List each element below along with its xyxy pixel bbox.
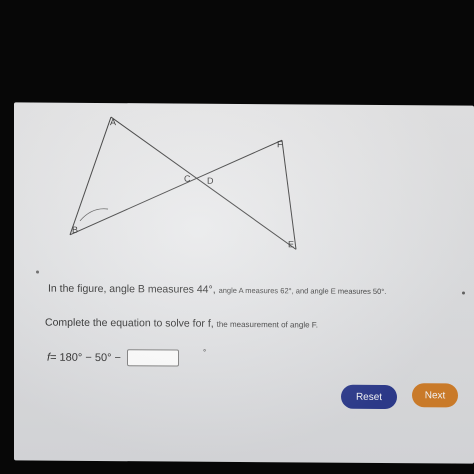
label-a: A bbox=[110, 117, 116, 127]
label-e: E bbox=[288, 239, 294, 249]
next-button[interactable]: Next bbox=[412, 383, 458, 408]
decorative-dot bbox=[36, 270, 39, 274]
segment-f-e bbox=[281, 140, 297, 250]
label-f: F bbox=[277, 139, 283, 149]
degree-symbol: ° bbox=[203, 347, 207, 357]
label-c: C bbox=[184, 174, 191, 184]
instruction-main: Complete the equation to solve for f, bbox=[45, 316, 214, 330]
screen-panel: A B C D E F In the figure, angle B measu… bbox=[14, 102, 474, 464]
reset-button[interactable]: Reset bbox=[341, 384, 397, 410]
problem-statement-small: angle A measures 62°, and angle E measur… bbox=[218, 285, 387, 296]
segment-a-e bbox=[110, 116, 297, 250]
problem-statement-main: In the figure, angle B measures 44°, bbox=[48, 282, 216, 296]
segment-b-f bbox=[69, 139, 283, 236]
equation-row: f = 180° − 50° − bbox=[47, 349, 179, 367]
segment-a-b bbox=[69, 116, 112, 235]
equation-text: = 180° − 50° − bbox=[50, 351, 121, 364]
problem-statement: In the figure, angle B measures 44°, ang… bbox=[48, 283, 468, 298]
instruction-text: Complete the equation to solve for f, th… bbox=[45, 317, 318, 331]
triangle-figure: A B C D E F bbox=[69, 116, 297, 250]
answer-input[interactable] bbox=[126, 349, 179, 367]
label-b: B bbox=[72, 225, 78, 235]
label-d: D bbox=[207, 176, 214, 186]
instruction-small: the measurement of angle F. bbox=[216, 319, 318, 330]
